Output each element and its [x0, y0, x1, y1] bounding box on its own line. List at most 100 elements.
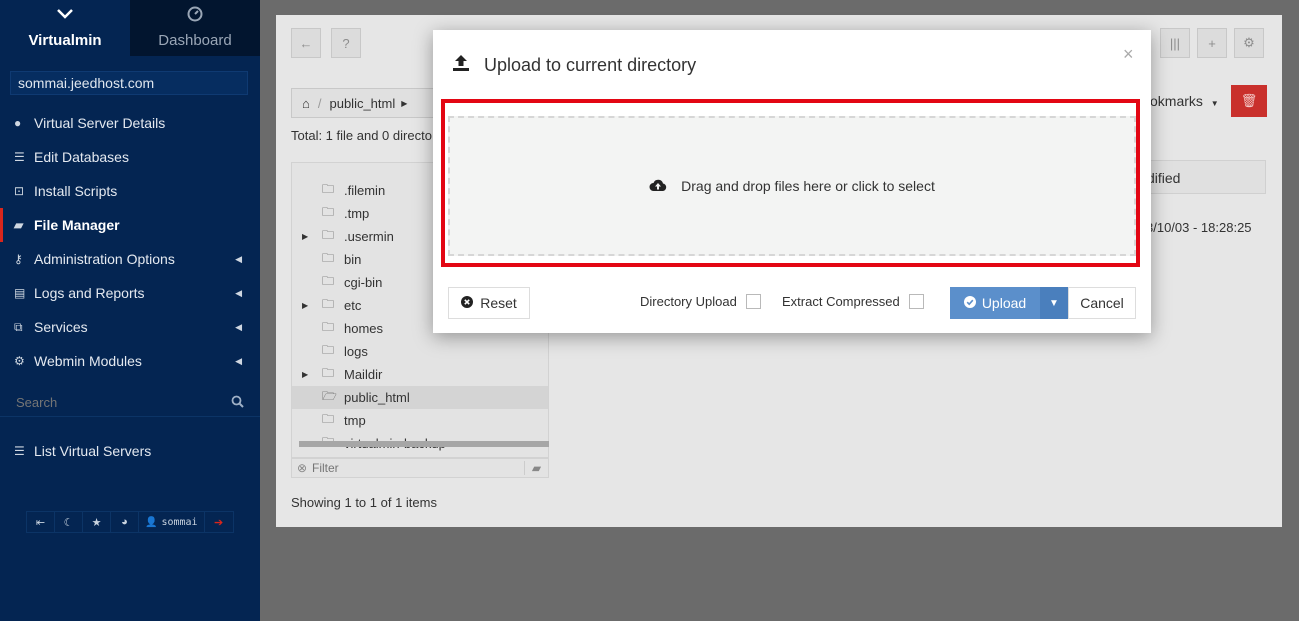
install-icon: ⊡ — [14, 184, 25, 198]
tree-item[interactable]: ▶ 🗀 Maildir — [292, 363, 548, 386]
upload-options-dropdown[interactable]: ▼ — [1040, 287, 1068, 319]
dropzone-text: Drag and drop files here or click to sel… — [681, 178, 935, 194]
clear-filter-icon[interactable]: ⊗ — [292, 461, 312, 475]
sidebar-item-virtual-server-details[interactable]: ● Virtual Server Details — [0, 106, 260, 140]
tree-item[interactable]: 🗀 tmp — [292, 409, 548, 432]
sidebar-item-webmin-modules[interactable]: ⚙ Webmin Modules ◀ — [0, 344, 260, 378]
key-icon: ⚷ — [14, 252, 23, 266]
info-circle-icon: ● — [14, 116, 22, 130]
user-button[interactable]: 👤 sommai — [139, 512, 205, 532]
tree-item-label: .usermin — [344, 229, 394, 244]
sidebar-item-file-manager[interactable]: ▰ File Manager — [0, 208, 260, 242]
host-select[interactable]: sommai.jeedhost.com — [10, 71, 248, 95]
search-icon[interactable] — [231, 395, 244, 411]
tree-horizontal-scrollbar[interactable] — [299, 441, 549, 447]
bookmarks-dropdown[interactable]: okmarks ▼ — [1150, 93, 1219, 109]
star-icon[interactable]: ★ — [83, 512, 111, 532]
palette-icon[interactable]: ◕ — [111, 512, 139, 532]
caret-left-icon: ◀ — [235, 321, 242, 332]
sidebar-item-edit-databases[interactable]: ☰ Edit Databases — [0, 140, 260, 174]
caret-left-icon: ◀ — [235, 287, 242, 298]
close-icon[interactable]: × — [1123, 44, 1134, 65]
chevron-down-icon — [0, 6, 130, 22]
tree-item[interactable]: 🗀 logs — [292, 340, 548, 363]
reset-label: Reset — [480, 295, 517, 311]
caret-down-icon: ▼ — [1210, 99, 1219, 108]
moon-icon[interactable]: ☾ — [55, 512, 83, 532]
tree-item-label: bin — [344, 252, 362, 267]
tab-dashboard-label: Dashboard — [158, 32, 232, 49]
tab-virtualmin[interactable]: Virtualmin — [0, 0, 130, 56]
folder-icon[interactable]: ▰ — [524, 461, 548, 475]
sidebar-search-input[interactable] — [16, 395, 231, 410]
sidebar-bottom-toolbar: ⇤ ☾ ★ ◕ 👤 sommai ➔ — [26, 511, 234, 533]
tree-item-label: homes — [344, 321, 384, 336]
sidebar-tabs: Virtualmin Dashboard — [0, 0, 260, 56]
modal-title: Upload to current directory — [484, 55, 697, 75]
delete-button[interactable]: 🗑 — [1231, 85, 1267, 117]
tree-item-label: Maildir — [344, 367, 383, 382]
sidebar-search — [0, 389, 260, 417]
folder-open-icon: 🗁 — [322, 389, 337, 403]
folder-icon: 🗀 — [322, 343, 335, 357]
close-circle-icon — [461, 295, 474, 311]
settings-gear-icon[interactable]: ⚙ — [1234, 28, 1264, 58]
cancel-label: Cancel — [1080, 295, 1124, 311]
folder-open-icon: ▰ — [14, 218, 24, 232]
back-arrow-icon[interactable]: ← — [291, 28, 321, 58]
tree-item-label: public_html — [344, 390, 410, 405]
directory-upload-checkbox[interactable] — [745, 294, 761, 309]
sidebar-item-services[interactable]: ⧉ Services ◀ — [0, 310, 260, 344]
logout-icon[interactable]: ➔ — [205, 512, 233, 532]
collapse-sidebar-icon[interactable]: ⇤ — [27, 512, 55, 532]
upload-modal: Upload to current directory × Drag and d… — [433, 30, 1151, 333]
expand-arrow-icon[interactable]: ▶ — [302, 301, 308, 310]
plus-icon[interactable]: + — [1197, 28, 1227, 58]
sidebar-item-list-virtual-servers[interactable]: ☰ List Virtual Servers — [0, 434, 260, 468]
sidebar-item-administration-options[interactable]: ⚷ Administration Options ◀ — [0, 242, 260, 276]
filter-input[interactable] — [312, 461, 524, 475]
table-cell-modified: 3/10/03 - 18:28:25 — [1146, 220, 1252, 235]
user-icon: 👤 — [145, 516, 158, 528]
database-icon: ☰ — [14, 150, 25, 164]
expand-arrow-icon[interactable]: ▶ — [302, 232, 308, 241]
extract-compressed-label: Extract Compressed — [782, 294, 900, 309]
extract-compressed-option[interactable]: Extract Compressed — [782, 294, 924, 309]
reset-button[interactable]: Reset — [448, 287, 530, 319]
folder-icon: 🗀 — [322, 297, 335, 311]
sidebar-item-install-scripts[interactable]: ⊡ Install Scripts — [0, 174, 260, 208]
breadcrumb-separator: / — [317, 95, 322, 111]
tree-filter: ⊗ ▰ — [291, 458, 549, 478]
modal-footer: Reset Directory Upload Extract Compresse… — [433, 282, 1151, 332]
directory-upload-option[interactable]: Directory Upload — [640, 294, 761, 309]
folder-icon: 🗀 — [322, 251, 335, 265]
tree-item-label: cgi-bin — [344, 275, 383, 290]
columns-icon[interactable]: ||| — [1160, 28, 1190, 58]
column-header-modified[interactable]: dified — [1136, 160, 1266, 194]
tab-virtualmin-label: Virtualmin — [28, 32, 102, 49]
help-icon[interactable]: ? — [331, 28, 361, 58]
tab-dashboard[interactable]: Dashboard — [130, 0, 260, 56]
directory-upload-label: Directory Upload — [640, 294, 737, 309]
tree-item-selected[interactable]: 🗁 public_html — [292, 386, 548, 409]
sidebar-item-logs-and-reports[interactable]: ▤ Logs and Reports ◀ — [0, 276, 260, 310]
sidebar-item-label: Services — [34, 319, 88, 335]
sidebar-item-label: Edit Databases — [34, 149, 129, 165]
upload-button[interactable]: Upload — [950, 287, 1040, 319]
expand-arrow-icon[interactable]: ▶ — [302, 370, 308, 379]
cancel-button[interactable]: Cancel — [1068, 287, 1136, 319]
tree-item-label: logs — [344, 344, 368, 359]
sidebar-item-label: Install Scripts — [34, 183, 118, 199]
sidebar-item-label: Webmin Modules — [34, 353, 142, 369]
extract-compressed-checkbox[interactable] — [908, 294, 924, 309]
dropzone[interactable]: Drag and drop files here or click to sel… — [448, 116, 1136, 256]
upload-icon — [452, 54, 470, 77]
folder-icon: 🗀 — [322, 274, 335, 288]
caret-down-icon: ▼ — [1049, 297, 1059, 309]
breadcrumb-public-html[interactable]: public_html — [329, 96, 395, 111]
breadcrumb: ⌂ / public_html ▶ — [291, 88, 436, 118]
cloud-upload-icon — [649, 178, 667, 195]
home-icon[interactable]: ⌂ — [302, 96, 310, 111]
sidebar-item-label: Administration Options — [34, 251, 175, 267]
username: sommai — [161, 516, 198, 528]
